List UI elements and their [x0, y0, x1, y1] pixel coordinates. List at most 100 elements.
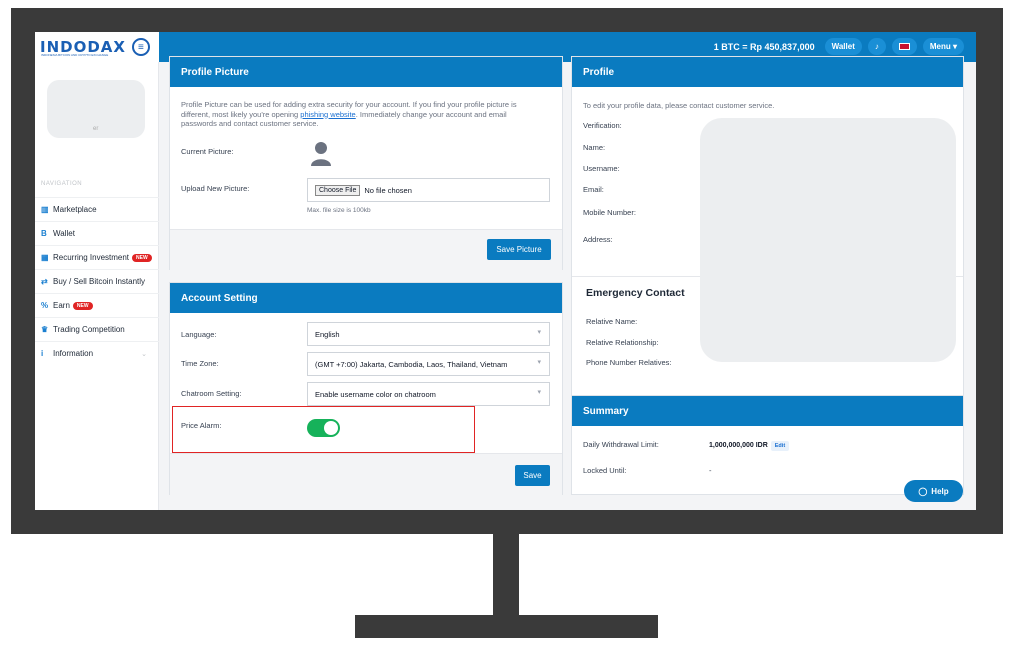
language-value: English	[315, 329, 340, 339]
language-select[interactable]: English ▾	[307, 322, 550, 346]
profile-picture-description: Profile Picture can be used for adding e…	[181, 100, 556, 129]
username-label: Username:	[583, 164, 620, 173]
panel-title: Profile Picture	[170, 57, 562, 87]
panel-title: Profile	[572, 57, 963, 87]
phishing-website-link[interactable]: phishing website	[300, 110, 355, 119]
bell-icon[interactable]: ♪	[867, 38, 886, 55]
desc-line-2b: . Immediately change your account and em…	[355, 109, 507, 119]
screen: INDODAX INDONESIA BITCOIN AND CRYPTO EXC…	[35, 32, 976, 510]
info-icon: i	[41, 349, 44, 358]
timezone-select[interactable]: (GMT +7:00) Jakarta, Cambodia, Laos, Tha…	[307, 352, 550, 376]
calendar-icon: ▦	[41, 253, 49, 262]
bar-chart-icon: ▥	[41, 205, 49, 214]
sidebar-nav: ▥ Marketplace B Wallet ▦ Recurring Inves…	[35, 197, 159, 365]
trophy-icon: ♛	[41, 325, 49, 334]
chatroom-value: Enable username color on chatroom	[315, 389, 436, 399]
mobile-number-label: Mobile Number:	[583, 208, 636, 217]
sidebar-item-label: Earn	[53, 301, 70, 310]
relative-name-label: Relative Name:	[586, 317, 638, 326]
wallet-button[interactable]: Wallet	[824, 38, 862, 55]
menu-button[interactable]: Menu ▾	[922, 38, 964, 55]
address-label: Address:	[583, 235, 613, 244]
summary-panel: Summary Daily Withdrawal Limit: 1,000,00…	[571, 395, 964, 495]
btc-price: 1 BTC = Rp 450,837,000	[713, 41, 815, 52]
swap-icon: ⇄	[41, 277, 48, 286]
withdrawal-amount: 1,000,000,000 IDR	[709, 442, 768, 449]
help-label: Help	[931, 486, 949, 496]
chatroom-label: Chatroom Setting:	[181, 389, 242, 398]
panel-footer	[170, 453, 562, 495]
chat-bubble-icon: ◯	[918, 486, 928, 496]
sidebar-item-buy-sell[interactable]: ⇄ Buy / Sell Bitcoin Instantly	[35, 269, 159, 293]
file-input[interactable]: Choose File No file chosen	[307, 178, 550, 202]
language-flag-button[interactable]	[891, 38, 917, 55]
top-right-controls: 1 BTC = Rp 450,837,000 Wallet ♪ Menu ▾	[714, 38, 964, 55]
profile-data-redacted	[700, 118, 956, 362]
current-picture-label: Current Picture:	[181, 147, 234, 156]
hamburger-menu-icon[interactable]: ≡	[131, 38, 150, 56]
withdrawal-limit-value: 1,000,000,000 IDR Edit	[709, 441, 790, 451]
upload-picture-label: Upload New Picture:	[181, 184, 250, 193]
new-badge: NEW	[132, 253, 152, 262]
save-settings-button[interactable]: Save	[515, 465, 550, 486]
profile-picture-panel: Profile Picture Profile Picture can be u…	[169, 56, 563, 270]
chevron-down-icon: ▾	[537, 389, 541, 396]
save-picture-button[interactable]: Save Picture	[487, 239, 551, 260]
chevron-down-icon: ▾	[537, 329, 541, 336]
bitcoin-icon: B	[41, 229, 47, 238]
name-label: Name:	[583, 143, 606, 152]
username-fragment: er	[93, 126, 99, 132]
sidebar-item-label: Trading Competition	[53, 325, 125, 334]
sidebar-item-information[interactable]: i Information ⌄	[35, 341, 159, 365]
chevron-down-icon: ▾	[537, 359, 541, 366]
monitor-neck	[493, 534, 519, 618]
desc-line-2a: different, most likely you're opening	[181, 109, 301, 119]
verification-label: Verification:	[583, 121, 622, 130]
price-alarm-highlight	[172, 406, 475, 453]
phone-relatives-label: Phone Number Relatives:	[586, 358, 672, 367]
logo-area[interactable]: INDODAX INDONESIA BITCOIN AND CRYPTO EXC…	[35, 32, 159, 62]
withdrawal-limit-label: Daily Withdrawal Limit:	[583, 440, 659, 449]
timezone-value: (GMT +7:00) Jakarta, Cambodia, Laos, Tha…	[315, 359, 508, 369]
percent-icon: %	[41, 301, 49, 310]
no-file-text: No file chosen	[364, 185, 412, 195]
sidebar-item-marketplace[interactable]: ▥ Marketplace	[35, 197, 159, 221]
help-button[interactable]: ◯ Help	[904, 480, 963, 502]
locked-until-value: -	[709, 466, 712, 475]
sidebar-item-label: Buy / Sell Bitcoin Instantly	[53, 277, 146, 286]
sidebar-item-recurring-investment[interactable]: ▦ Recurring Investment NEW	[35, 245, 159, 269]
sidebar: er NAVIGATION ▥ Marketplace B Wallet ▦ R…	[35, 62, 159, 510]
chatroom-select[interactable]: Enable username color on chatroom ▾	[307, 382, 550, 406]
sidebar-item-label: Recurring Investment	[53, 253, 130, 262]
profile-panel: Profile To edit your profile data, pleas…	[571, 56, 964, 396]
desc-line-3: passwords and contact customer service.	[181, 119, 319, 128]
chevron-down-icon: ⌄	[141, 350, 147, 358]
choose-file-button[interactable]: Choose File	[315, 184, 361, 196]
timezone-label: Time Zone:	[181, 359, 219, 368]
desc-line-1: Profile Picture can be used for adding e…	[181, 100, 517, 109]
uk-flag-icon	[898, 43, 910, 50]
email-label: Email:	[583, 185, 604, 194]
locked-until-label: Locked Until:	[583, 466, 627, 475]
edit-withdrawal-button[interactable]: Edit	[770, 441, 790, 451]
new-badge: NEW	[72, 301, 93, 310]
nav-heading: NAVIGATION	[41, 181, 83, 187]
language-label: Language:	[181, 330, 217, 339]
monitor-base	[355, 615, 658, 638]
sidebar-item-label: Information	[53, 349, 94, 358]
emergency-contact-title: Emergency Contact	[586, 287, 685, 299]
panel-title: Summary	[572, 396, 963, 426]
sidebar-item-trading-competition[interactable]: ♛ Trading Competition	[35, 317, 159, 341]
menu-label: Menu	[929, 42, 951, 51]
sidebar-item-label: Marketplace	[53, 205, 97, 214]
profile-edit-note: To edit your profile data, please contac…	[583, 101, 775, 110]
default-avatar-icon	[311, 142, 331, 166]
sidebar-item-wallet[interactable]: B Wallet	[35, 221, 159, 245]
relative-relationship-label: Relative Relationship:	[586, 338, 659, 347]
account-setting-panel: Account Setting Language: English ▾ Time…	[169, 282, 563, 495]
brand-tagline: INDONESIA BITCOIN AND CRYPTO EXCHANGE	[41, 53, 109, 57]
sidebar-item-label: Wallet	[53, 229, 75, 238]
sidebar-item-earn[interactable]: % Earn NEW	[35, 293, 159, 317]
max-size-hint: Max. file size is 100kb	[307, 207, 371, 214]
panel-title: Account Setting	[170, 283, 562, 313]
